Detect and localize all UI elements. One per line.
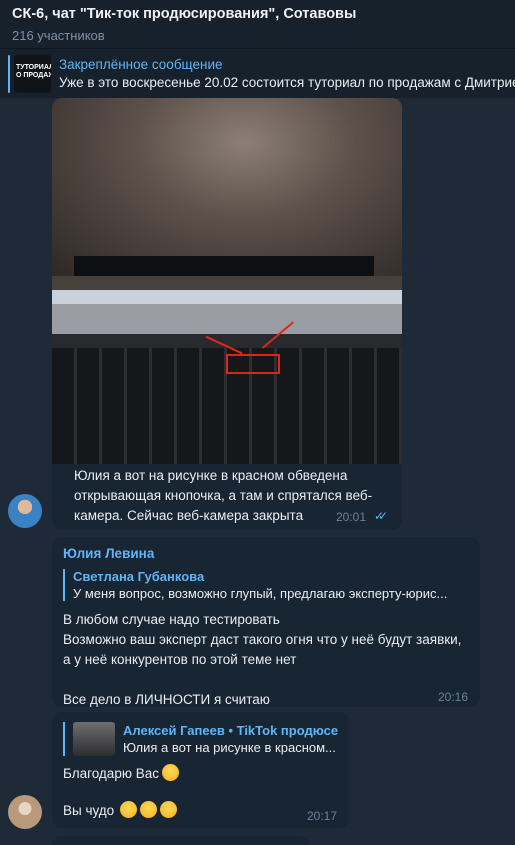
member-count: 216 участников <box>12 28 105 43</box>
next-message[interactable] <box>52 836 310 845</box>
smiling-face-hearts-emoji <box>160 801 178 818</box>
reply-snippet: У меня вопрос, возможно глупый, предлага… <box>73 586 448 601</box>
message-line-2: Вы чудо <box>63 803 115 818</box>
double-check-icon: ✓✓ <box>374 509 388 523</box>
chat-header[interactable]: СК-6, чат "Тик-ток продюсирования", Сота… <box>0 0 515 48</box>
pinned-thumb-line-1: ТУТОРИАЛ <box>15 63 51 71</box>
chat-title: СК-6, чат "Тик-ток продюсирования", Сота… <box>12 6 357 22</box>
laptop-bezel-image <box>52 304 402 334</box>
star-struck-emoji <box>161 764 179 781</box>
message-photo[interactable] <box>52 98 402 464</box>
reply-quote[interactable]: Алексей Гапеев • TikTok продюсер Юлия а … <box>63 722 339 756</box>
pinned-thumb-line-2: О ПРОДАЖА <box>15 71 51 79</box>
video-call-toolbar-image <box>74 256 374 276</box>
pinned-label: Закреплённое сообщение <box>58 57 223 72</box>
message-line-1: Благодарю Вас <box>63 766 159 781</box>
message-text-line: Благодарю Вас <box>63 764 179 784</box>
red-highlight-box <box>226 354 280 374</box>
reply-snippet: Юлия а вот на рисунке в красном... <box>123 740 336 755</box>
smiling-face-hearts-emoji <box>120 801 138 818</box>
reply-author: Алексей Гапеев • TikTok продюсер <box>123 723 339 738</box>
message-time: 20:01 <box>336 510 367 524</box>
pinned-thumbnail: ТУТОРИАЛ О ПРОДАЖА <box>13 54 51 93</box>
message-time: 20:17 <box>307 809 338 823</box>
message-list[interactable]: Юлия а вот на рисунке в красном обведена… <box>0 98 515 845</box>
smiling-face-hearts-emoji <box>140 801 158 818</box>
reply-thumbnail <box>73 722 115 756</box>
laptop-screen-image <box>52 98 402 276</box>
reply-quote[interactable]: Светлана Губанкова У меня вопрос, возмож… <box>63 569 468 601</box>
message-time: 20:16 <box>438 690 469 704</box>
pinned-message-bar[interactable]: ТУТОРИАЛ О ПРОДАЖА Закреплённое сообщени… <box>0 48 515 98</box>
sender-name[interactable]: Юлия Левина <box>63 546 154 561</box>
avatar-sender-1[interactable] <box>8 494 42 528</box>
pinned-indicator <box>8 54 10 93</box>
message-text-line: Вы чудо <box>63 801 178 821</box>
reply-author: Светлана Губанкова <box>73 569 205 584</box>
pinned-preview: Уже в это воскресенье 20.02 состоится ту… <box>58 75 515 90</box>
message-text: В любом случае надо тестировать Возможно… <box>63 612 462 707</box>
taskbar-image <box>52 290 402 304</box>
avatar-sender-2[interactable] <box>8 795 42 829</box>
